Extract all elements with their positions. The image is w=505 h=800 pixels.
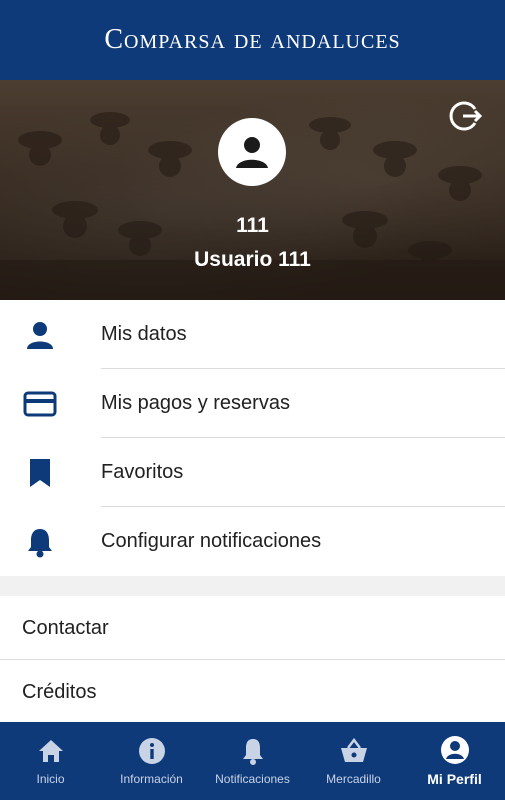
profile-id: 111 (236, 214, 269, 237)
menu-item-label: Créditos (22, 680, 97, 703)
profile-menu: Mis datos Mis pagos y reservas Favoritos (0, 300, 505, 576)
menu-item-label: Mis pagos y reservas (101, 392, 290, 414)
nav-item-informacion[interactable]: Información (101, 722, 202, 800)
secondary-menu: Contactar Créditos (0, 596, 505, 724)
menu-item-mis-datos[interactable]: Mis datos (0, 300, 505, 369)
nav-label: Mercadillo (326, 772, 381, 786)
logout-button[interactable] (448, 98, 484, 134)
profile-hero: 111 Usuario 111 (0, 80, 505, 300)
nav-item-inicio[interactable]: Inicio (0, 722, 101, 800)
person-icon (22, 317, 58, 353)
section-separator (0, 576, 505, 596)
menu-item-contactar[interactable]: Contactar (0, 596, 505, 660)
menu-item-label: Mis datos (101, 323, 187, 345)
menu-item-creditos[interactable]: Créditos (0, 660, 505, 724)
nav-label: Notificaciones (215, 772, 290, 786)
nav-label: Información (120, 772, 183, 786)
avatar[interactable] (218, 118, 286, 186)
menu-item-configurar-notificaciones[interactable]: Configurar notificaciones (0, 507, 505, 576)
bell-icon (238, 736, 268, 766)
menu-item-label: Contactar (22, 616, 109, 639)
bottom-navigation: Inicio Información Notificaciones Mercad… (0, 722, 505, 800)
app-header: Comparsa de andaluces (0, 0, 505, 80)
info-icon (137, 736, 167, 766)
account-circle-icon (440, 735, 470, 765)
menu-item-label: Configurar notificaciones (101, 530, 322, 552)
bookmark-icon (22, 455, 58, 491)
profile-name: Usuario 111 (194, 248, 311, 271)
nav-item-mercadillo[interactable]: Mercadillo (303, 722, 404, 800)
menu-item-label: Favoritos (101, 461, 184, 483)
nav-label: Inicio (36, 772, 65, 786)
nav-item-mi-perfil[interactable]: Mi Perfil (404, 722, 505, 800)
nav-item-notificaciones[interactable]: Notificaciones (202, 722, 303, 800)
account-icon (236, 137, 268, 168)
logout-icon (449, 101, 483, 131)
bell-icon (22, 524, 58, 560)
nav-label: Mi Perfil (427, 771, 482, 787)
home-icon (36, 736, 66, 766)
credit-card-icon (22, 386, 58, 422)
basket-icon (339, 736, 369, 766)
app-title: Comparsa de andaluces (104, 24, 401, 55)
menu-item-favoritos[interactable]: Favoritos (0, 438, 505, 507)
menu-item-pagos-reservas[interactable]: Mis pagos y reservas (0, 369, 505, 438)
